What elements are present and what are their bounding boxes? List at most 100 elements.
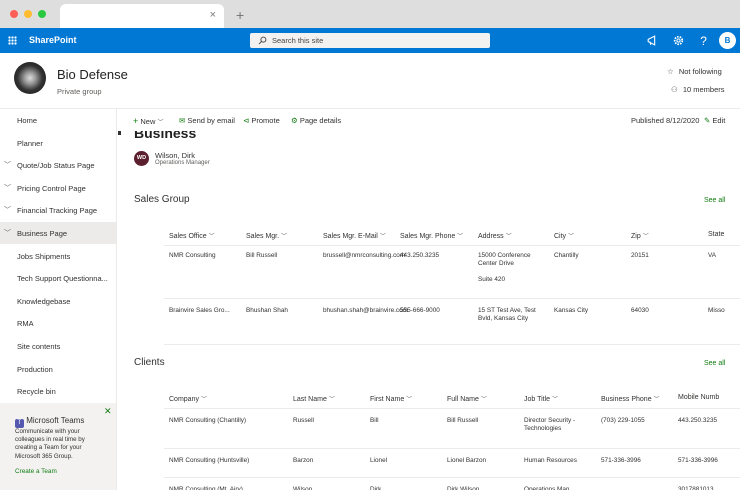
title-marker [118, 131, 121, 135]
nav-item[interactable]: ﹀ Business Page [0, 222, 116, 244]
table-cell: 20151 [631, 252, 649, 259]
nav-item[interactable]: Planner [0, 132, 116, 154]
search-placeholder: Search this site [272, 36, 324, 45]
promote-button[interactable]: ⊲ Promote [243, 116, 280, 125]
table-cell: NMR Consulting (Mt. Airy) [169, 486, 243, 490]
column-header[interactable]: Sales Office ﹀ [169, 231, 215, 240]
details-label: Page details [299, 116, 342, 125]
chevron-down-icon[interactable]: ﹀ [4, 228, 11, 238]
column-header-label: Job Title [524, 396, 551, 403]
column-header[interactable]: Full Name ﹀ [447, 394, 487, 403]
browser-tab[interactable]: × [60, 4, 224, 28]
table-cell: 571-336-3996 [601, 457, 641, 464]
column-header-label: Mobile Numb [678, 394, 720, 401]
clients-title: Clients [134, 357, 165, 368]
row-divider [164, 408, 740, 409]
column-header[interactable]: City ﹀ [554, 231, 574, 240]
nav-item[interactable]: Site contents [0, 335, 116, 357]
star-icon: ☆ [667, 67, 674, 76]
table-cell: 443.250.3235 [400, 252, 440, 259]
user-avatar[interactable]: B [719, 32, 736, 49]
close-icon[interactable]: ✕ [104, 406, 112, 417]
follow-button[interactable]: ☆ Not following [667, 67, 722, 76]
nav-item[interactable]: RMA [0, 312, 116, 334]
row-divider [164, 344, 740, 345]
column-header[interactable]: Job Title ﹀ [524, 394, 558, 403]
app-launcher-icon[interactable] [8, 36, 17, 45]
nav-item-label: RMA [17, 319, 34, 329]
column-header[interactable]: Business Phone ﹀ [601, 394, 660, 403]
nav-item[interactable]: ﹀ Quote/Job Status Page [0, 154, 116, 176]
table-cell: 571-336-3996 [678, 457, 718, 464]
nav-item-label: Business Page [17, 229, 68, 238]
nav-item-label: Production [17, 364, 53, 374]
table-cell: Russell [293, 417, 314, 424]
column-header-label: Sales Mgr. [246, 233, 280, 240]
column-header-label: Sales Office [169, 233, 207, 240]
table-cell: 15000 Conference Center Drive Suite 420 [478, 252, 531, 283]
new-tab-button[interactable]: + [236, 7, 244, 23]
tab-close-icon[interactable]: × [210, 9, 216, 21]
mail-icon: ✉ [179, 116, 186, 125]
chevron-down-icon: ﹀ [200, 397, 207, 403]
pencil-icon: ✎ [704, 116, 711, 125]
nav-item[interactable]: Home [0, 109, 116, 131]
chevron-down-icon[interactable]: ﹀ [4, 205, 11, 215]
sales-see-all-link[interactable]: See all [704, 197, 725, 204]
column-header-label: Sales Mgr. Phone [400, 233, 456, 240]
settings-gear-icon[interactable] [672, 34, 685, 47]
nav-item[interactable]: Tech Support Questionna... [0, 267, 116, 289]
close-window-button[interactable] [10, 10, 18, 18]
brand-label[interactable]: SharePoint [29, 35, 77, 45]
new-button[interactable]: + New ﹀ [133, 116, 163, 126]
column-header[interactable]: Company ﹀ [169, 394, 207, 403]
column-header[interactable]: Zip ﹀ [631, 231, 649, 240]
table-cell: Barzon [293, 457, 314, 464]
nav-item-label: Planner [17, 138, 43, 148]
row-divider [164, 477, 740, 478]
column-header[interactable]: Sales Mgr. ﹀ [246, 231, 287, 240]
search-box[interactable]: Search this site [250, 33, 490, 48]
page-details-button[interactable]: ⚙ Page details [291, 116, 341, 125]
column-header[interactable]: First Name ﹀ [370, 394, 412, 403]
chevron-down-icon[interactable]: ﹀ [4, 160, 11, 170]
send-by-email-button[interactable]: ✉ Send by email [179, 116, 235, 125]
column-header[interactable]: Sales Mgr. Phone ﹀ [400, 231, 463, 240]
site-title[interactable]: Bio Defense [57, 67, 128, 82]
table-cell: Kansas City [554, 307, 589, 314]
table-cell: Bill [370, 417, 379, 424]
maximize-window-button[interactable] [38, 10, 46, 18]
clients-see-all-link[interactable]: See all [704, 360, 725, 367]
megaphone-icon[interactable] [646, 34, 659, 47]
column-header-label: Full Name [447, 396, 479, 403]
author-name[interactable]: Wilson, Dirk [155, 151, 195, 160]
column-header[interactable]: State [708, 231, 724, 238]
column-header[interactable]: Last Name ﹀ [293, 394, 335, 403]
table-cell: 3017881013 [678, 486, 714, 490]
chevron-down-icon: ﹀ [568, 234, 575, 240]
nav-item[interactable]: Recycle bin [0, 380, 116, 402]
nav-item[interactable]: Knowledgebase [0, 290, 116, 312]
person-icon: ⚇ [671, 85, 678, 94]
edit-button[interactable]: ✎ Edit [704, 116, 725, 125]
column-header[interactable]: Address ﹀ [478, 231, 512, 240]
edit-label: Edit [712, 116, 726, 125]
members-button[interactable]: ⚇ 10 members [671, 85, 725, 94]
nav-item[interactable]: Production [0, 358, 116, 380]
command-bar: + New ﹀ ✉ Send by email ⊲ Promote ⚙ Page… [117, 109, 740, 131]
create-team-link[interactable]: Create a Team [15, 468, 57, 475]
table-cell: Misso [708, 307, 725, 314]
column-header[interactable]: Sales Mgr. E-Mail ﹀ [323, 231, 386, 240]
chevron-down-icon[interactable]: ﹀ [4, 183, 11, 193]
site-logo[interactable] [14, 62, 46, 94]
nav-item[interactable]: ﹀ Financial Tracking Page [0, 199, 116, 221]
chevron-down-icon: ﹀ [480, 397, 487, 403]
author-avatar[interactable]: WD [134, 151, 149, 166]
help-icon[interactable]: ? [697, 34, 710, 47]
nav-item[interactable]: ﹀ Pricing Control Page [0, 177, 116, 199]
nav-item[interactable]: Jobs Shipments [0, 245, 116, 267]
follow-label: Not following [678, 67, 722, 76]
column-header[interactable]: Mobile Numb [678, 394, 719, 401]
table-cell: 443.250.3235 [678, 417, 718, 424]
minimize-window-button[interactable] [24, 10, 32, 18]
